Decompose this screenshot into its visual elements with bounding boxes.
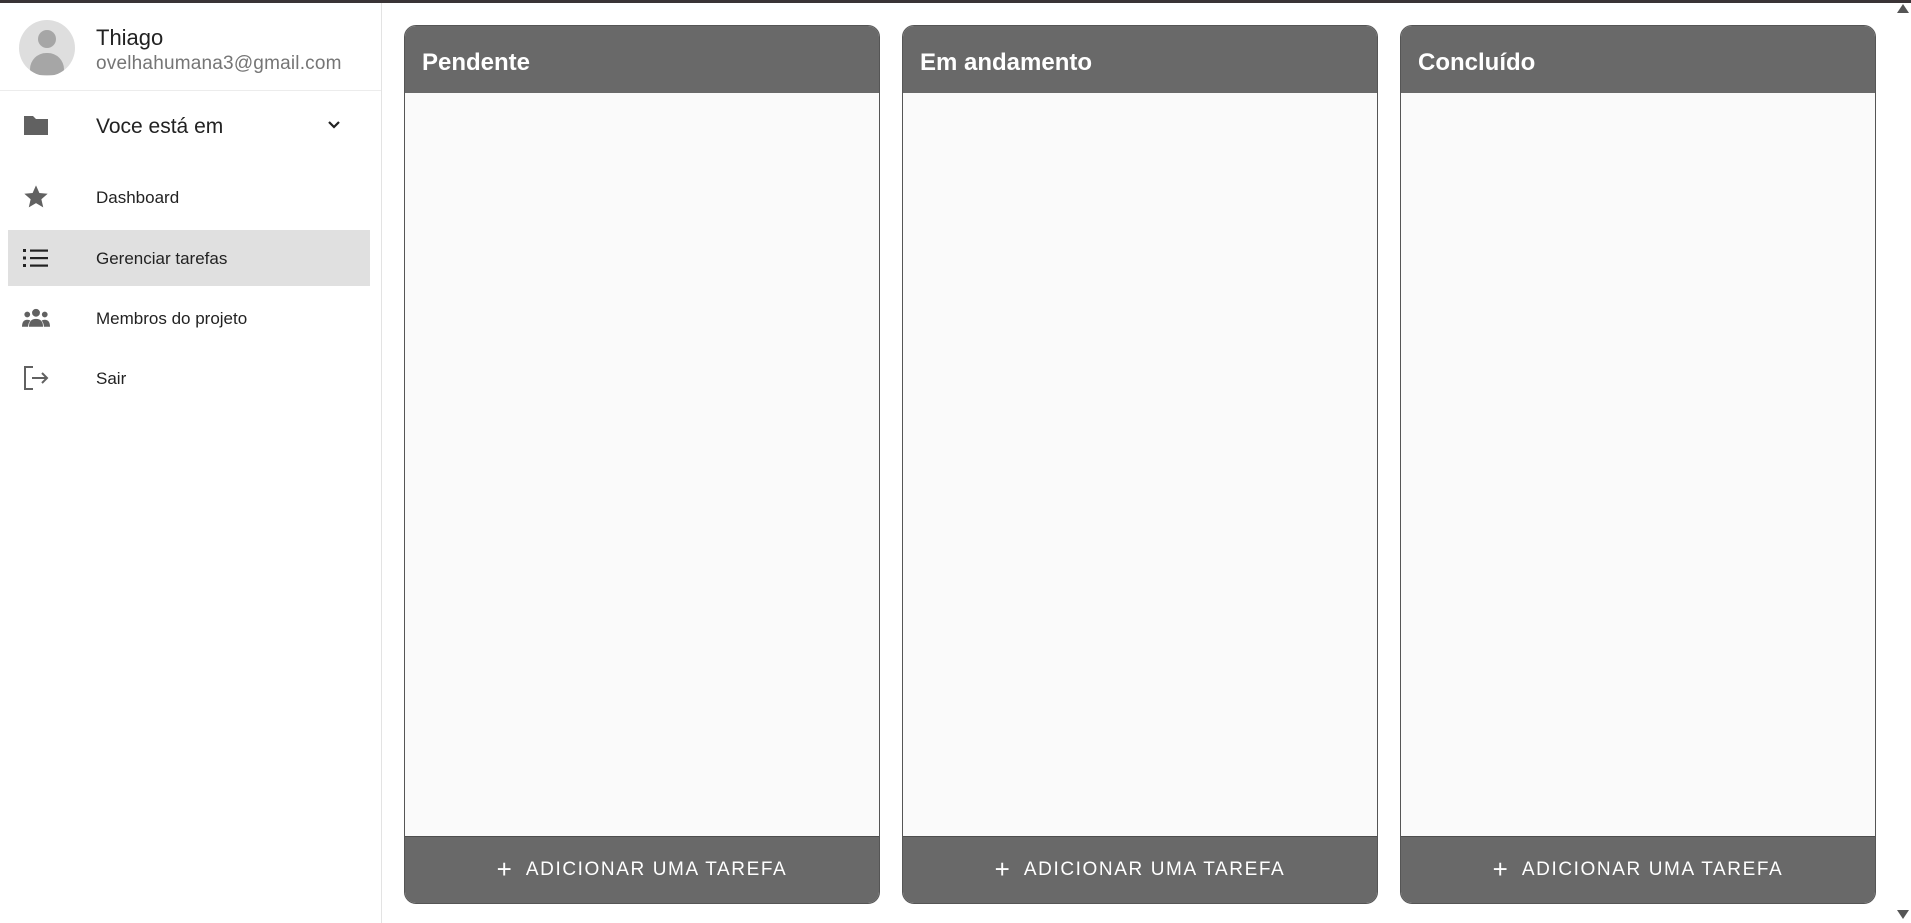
add-task-button[interactable]: + ADICIONAR UMA TAREFA: [1401, 836, 1875, 903]
star-icon: [22, 183, 50, 211]
column-em-andamento: Em andamento + ADICIONAR UMA TAREFA: [902, 25, 1378, 904]
sidebar-item-membros[interactable]: Membros do projeto: [8, 290, 370, 346]
user-name: Thiago: [96, 25, 164, 50]
sidebar-item-dashboard[interactable]: Dashboard: [8, 169, 370, 225]
sidebar-item-label: Gerenciar tarefas: [96, 249, 228, 268]
project-select[interactable]: Voce está em: [8, 97, 370, 153]
project-select-label: Voce está em: [96, 115, 224, 138]
sidebar-item-gerenciar-tarefas[interactable]: Gerenciar tarefas: [8, 230, 370, 286]
sidebar: Thiago ovelhahumana3@gmail.com Voce está…: [0, 3, 382, 923]
column-header: Concluído: [1401, 26, 1875, 93]
column-header: Em andamento: [903, 26, 1377, 93]
scroll-up-arrow[interactable]: [1897, 4, 1909, 13]
user-profile: Thiago ovelhahumana3@gmail.com: [0, 3, 381, 91]
add-task-label: ADICIONAR UMA TAREFA: [525, 859, 788, 880]
logout-icon: [22, 364, 50, 392]
add-task-button[interactable]: + ADICIONAR UMA TAREFA: [405, 836, 879, 903]
column-pendente: Pendente + ADICIONAR UMA TAREFA: [404, 25, 880, 904]
list-icon: [22, 244, 50, 272]
column-header: Pendente: [405, 26, 879, 93]
sidebar-item-label: Sair: [96, 369, 127, 388]
sidebar-item-sair[interactable]: Sair: [8, 350, 370, 406]
column-title: Concluído: [1418, 49, 1536, 76]
column-title: Em andamento: [920, 49, 1093, 76]
sidebar-item-label: Dashboard: [96, 188, 180, 207]
avatar: [19, 20, 75, 76]
column-concluido: Concluído + ADICIONAR UMA TAREFA: [1400, 25, 1876, 904]
sidebar-item-label: Membros do projeto: [96, 309, 248, 328]
add-task-label: ADICIONAR UMA TAREFA: [1521, 859, 1784, 880]
plus-icon: +: [1492, 853, 1508, 884]
add-task-button[interactable]: + ADICIONAR UMA TAREFA: [903, 836, 1377, 903]
folder-icon: [22, 111, 50, 139]
scroll-down-arrow[interactable]: [1897, 910, 1909, 919]
chevron-down-icon: [324, 115, 344, 135]
column-title: Pendente: [422, 49, 531, 76]
add-task-label: ADICIONAR UMA TAREFA: [1023, 859, 1286, 880]
people-icon: [22, 304, 50, 332]
plus-icon: +: [994, 853, 1010, 884]
plus-icon: +: [496, 853, 512, 884]
user-email: ovelhahumana3@gmail.com: [96, 53, 342, 74]
